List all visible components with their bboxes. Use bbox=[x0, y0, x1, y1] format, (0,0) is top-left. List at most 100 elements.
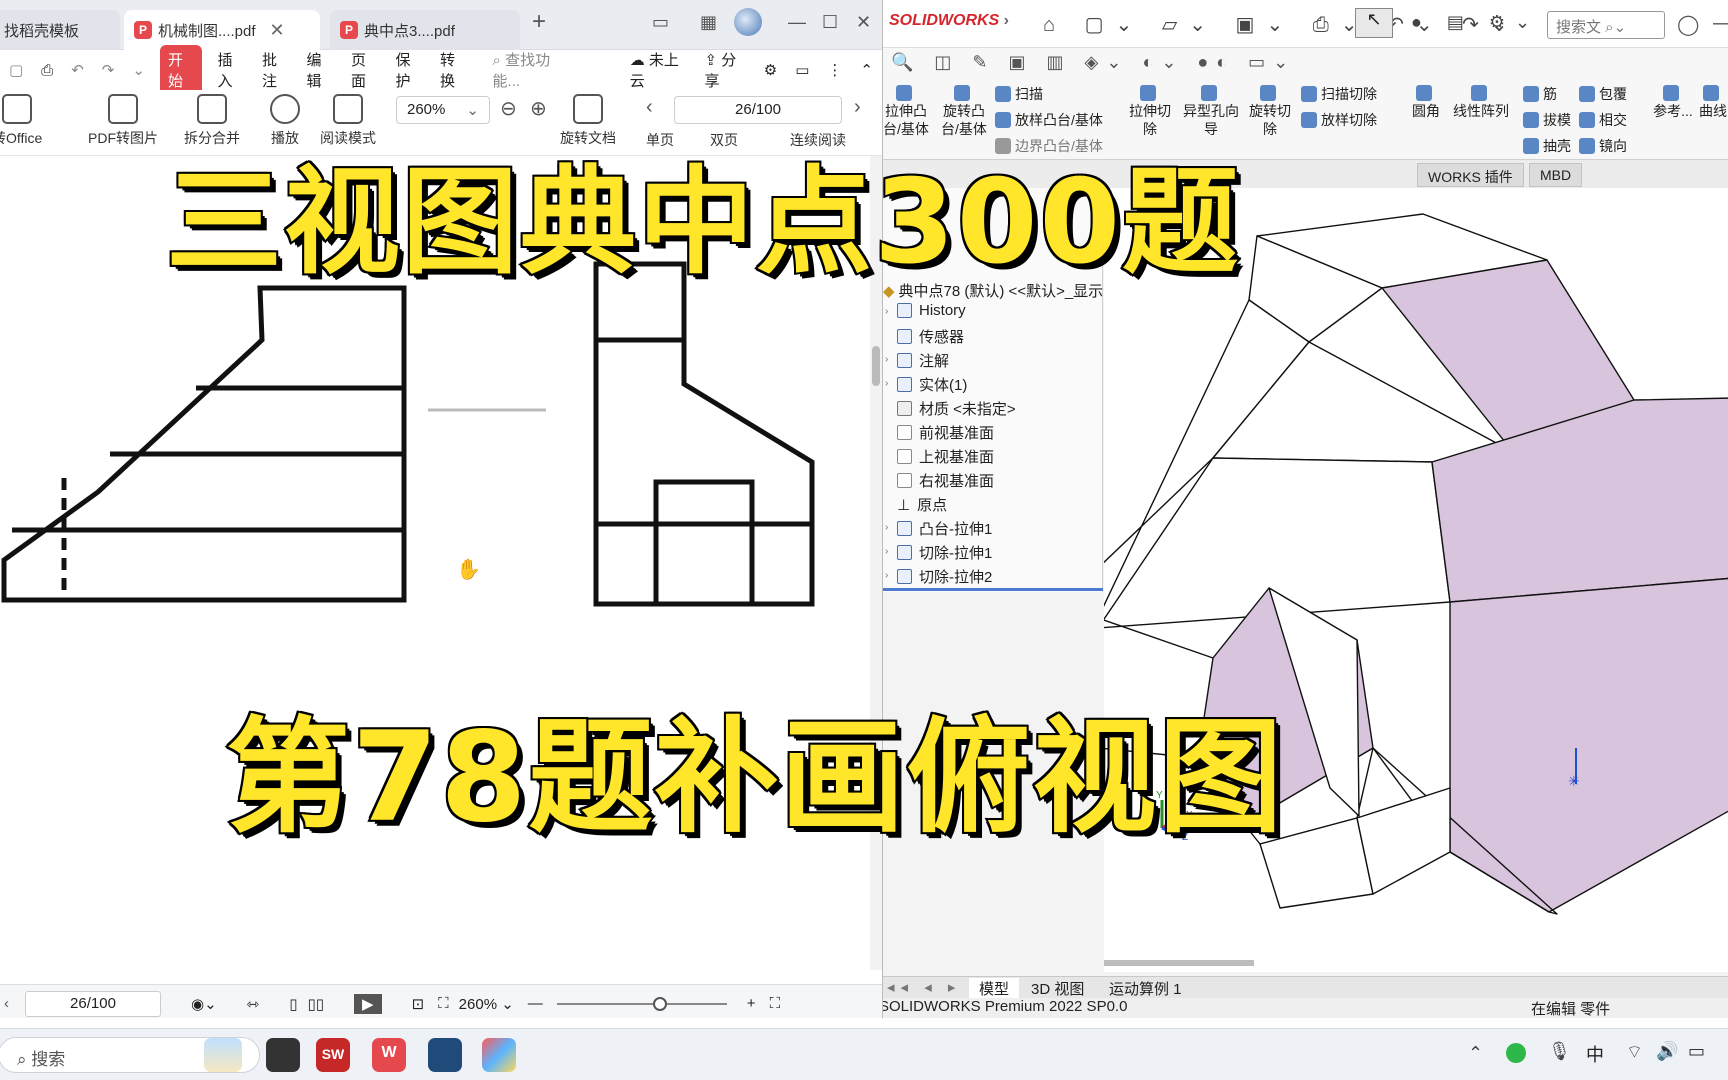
status-page-input[interactable]: 26/100 bbox=[25, 990, 161, 1017]
maximize-button[interactable]: ☐ bbox=[822, 12, 838, 33]
revolve-cut-button[interactable]: 旋转切除 bbox=[1247, 84, 1293, 138]
zoom-select[interactable]: 260% ⌄ bbox=[396, 96, 490, 124]
mirror-button[interactable]: 镜向 bbox=[1579, 136, 1627, 156]
tree-item-right-plane[interactable]: 右视基准面 bbox=[897, 470, 994, 491]
tab-mbd[interactable]: MBD bbox=[1529, 163, 1583, 187]
rib-button[interactable]: 筋 bbox=[1523, 84, 1557, 104]
solidworks-app-icon[interactable]: SW bbox=[316, 1038, 350, 1072]
task-view-icon[interactable] bbox=[266, 1038, 300, 1072]
actual-size-icon[interactable]: ⊡ bbox=[412, 995, 425, 1013]
select-pointer-icon[interactable]: ↖ bbox=[1355, 8, 1393, 38]
chevron-up-icon[interactable]: ⌃ bbox=[1468, 1043, 1483, 1064]
to-office-button[interactable]: 转Office bbox=[0, 94, 42, 148]
sw-search-input[interactable]: 搜索文 ⌕⌄ bbox=[1547, 11, 1665, 39]
zoom-slider[interactable] bbox=[556, 996, 727, 1011]
screen-recorder-icon[interactable] bbox=[428, 1038, 462, 1072]
menu-edit[interactable]: 编辑 bbox=[297, 49, 342, 91]
menu-annotate[interactable]: 批注 bbox=[253, 49, 298, 91]
linear-pattern-button[interactable]: 线性阵列 bbox=[1449, 84, 1513, 120]
loft-boss-button[interactable]: 放样凸台/基体 bbox=[995, 110, 1103, 130]
fullscreen-icon[interactable]: ⛶ bbox=[770, 995, 781, 1012]
tray-app-icon[interactable] bbox=[1506, 1043, 1526, 1063]
new-tab-button[interactable]: + bbox=[532, 8, 546, 36]
expand-icon[interactable]: › bbox=[885, 354, 888, 365]
zoom-out-icon[interactable]: ⊖ bbox=[500, 96, 517, 121]
cloud-status[interactable]: ☁ 未上云 bbox=[621, 49, 696, 91]
zoom-slider-handle[interactable] bbox=[652, 996, 667, 1011]
menu-start[interactable]: 开始 bbox=[159, 45, 203, 95]
wifi-icon[interactable]: ⌔ bbox=[1626, 1041, 1643, 1064]
grid-icon[interactable]: ▦ bbox=[700, 12, 717, 33]
tree-item-history[interactable]: History bbox=[897, 302, 966, 319]
tab-addins[interactable]: WORKS 插件 bbox=[1417, 163, 1524, 187]
expand-icon[interactable]: › bbox=[885, 570, 888, 581]
tile-windows-icon[interactable]: ▭ bbox=[652, 12, 669, 33]
tab-dianzhongdian-pdf[interactable]: P 典中点3....pdf bbox=[330, 10, 520, 50]
undo-icon[interactable]: ↶ bbox=[62, 61, 93, 79]
loft-cut-button[interactable]: 放样切除 bbox=[1301, 110, 1377, 130]
tree-item-material[interactable]: 材质 <未指定> bbox=[897, 398, 1016, 419]
ime-indicator[interactable]: 中 bbox=[1586, 1041, 1604, 1067]
fit-page-icon[interactable]: ⛶ bbox=[438, 995, 449, 1012]
horizontal-scrollbar[interactable] bbox=[1104, 960, 1254, 966]
window-controls[interactable]: — bbox=[1713, 12, 1728, 35]
sweep-cut-button[interactable]: 扫描切除 bbox=[1301, 84, 1377, 104]
close-icon[interactable]: ✕ bbox=[270, 20, 285, 41]
tree-item-annotations[interactable]: 注解 bbox=[897, 350, 949, 371]
search-features-input[interactable]: ⌕ 查找功能... bbox=[484, 49, 577, 91]
tab-motion-study[interactable]: 运动算例 1 bbox=[1101, 978, 1190, 999]
user-icon[interactable]: ◯ bbox=[1677, 12, 1699, 37]
share-button[interactable]: ⇪ 分享 bbox=[695, 49, 754, 91]
volume-icon[interactable]: 🔊 bbox=[1656, 1041, 1678, 1062]
print-icon[interactable]: ⎙ bbox=[32, 62, 62, 79]
sw-command-icons[interactable]: 🔍 ◫ ✎ ▣ ▥ ◈⌄ ◐⌄ ●◐ ▭⌄ bbox=[891, 52, 1296, 73]
collapse-icon[interactable]: ⌃ bbox=[851, 61, 882, 79]
tree-item-origin[interactable]: ⊥ 原点 bbox=[897, 494, 947, 515]
curves-button[interactable]: 曲线 bbox=[1697, 84, 1728, 120]
sweep-button[interactable]: 扫描 bbox=[995, 84, 1043, 104]
chevron-down-icon[interactable]: ⌄ bbox=[123, 61, 154, 79]
expand-icon[interactable]: › bbox=[885, 378, 888, 389]
tree-item-top-plane[interactable]: 上视基准面 bbox=[897, 446, 994, 467]
comment-icon[interactable]: ▭ bbox=[786, 61, 818, 79]
expand-icon[interactable]: › bbox=[885, 546, 888, 557]
shell-button[interactable]: 抽壳 bbox=[1523, 136, 1571, 156]
tree-item-cut-extrude1[interactable]: 切除-拉伸1 bbox=[897, 542, 992, 563]
menu-convert[interactable]: 转换 bbox=[431, 49, 476, 91]
tree-item-cut-extrude2[interactable]: 切除-拉伸2 bbox=[897, 566, 992, 587]
search-highlight-icon[interactable] bbox=[204, 1038, 242, 1072]
fit-width-icon[interactable]: ⇿ bbox=[247, 995, 260, 1013]
more-icon[interactable]: ⋮ bbox=[818, 61, 851, 79]
tab-docer-templates[interactable]: 找稻壳模板 bbox=[0, 10, 120, 50]
user-avatar[interactable] bbox=[734, 8, 762, 36]
battery-icon[interactable]: ▭ bbox=[1688, 1041, 1705, 1062]
single-page-icon[interactable]: ▯ bbox=[289, 995, 297, 1013]
minimize-button[interactable]: — bbox=[788, 12, 806, 33]
close-window-button[interactable]: ✕ bbox=[856, 12, 871, 33]
intersect-button[interactable]: 相交 bbox=[1579, 110, 1627, 130]
tree-item-boss-extrude1[interactable]: 凸台-拉伸1 bbox=[897, 518, 992, 539]
tab-3d-view[interactable]: 3D 视图 bbox=[1023, 978, 1092, 999]
tree-item-sensors[interactable]: 传感器 bbox=[897, 326, 964, 347]
zoom-minus-icon[interactable]: — bbox=[528, 995, 543, 1012]
prev-page-icon[interactable]: ‹ bbox=[646, 96, 653, 119]
draft-button[interactable]: 拔模 bbox=[1523, 110, 1571, 130]
zoom-in-icon[interactable]: ⊕ bbox=[530, 96, 547, 121]
reference-geometry-button[interactable]: 参考... bbox=[1653, 84, 1693, 120]
status-zoom[interactable]: 260% ⌄ bbox=[459, 995, 514, 1013]
menu-page[interactable]: 页面 bbox=[342, 49, 387, 91]
play-icon[interactable]: ▶ bbox=[354, 993, 382, 1014]
menu-insert[interactable]: 插入 bbox=[208, 49, 253, 91]
zoom-plus-icon[interactable]: + bbox=[747, 995, 756, 1012]
double-page-icon[interactable]: ▯▯ bbox=[308, 995, 325, 1013]
wrap-button[interactable]: 包覆 bbox=[1579, 84, 1627, 104]
pdf-to-image-button[interactable]: PDF转图片 bbox=[88, 94, 158, 148]
eye-icon[interactable]: ◉⌄ bbox=[191, 995, 217, 1013]
expand-icon[interactable]: › bbox=[885, 522, 888, 533]
rollback-bar[interactable] bbox=[883, 588, 1103, 591]
tab-model[interactable]: 模型 bbox=[969, 978, 1020, 999]
menu-protect[interactable]: 保护 bbox=[387, 49, 432, 91]
tree-item-solid-bodies[interactable]: 实体(1) bbox=[897, 374, 967, 395]
tree-item-front-plane[interactable]: 前视基准面 bbox=[897, 422, 994, 443]
settings-icon[interactable]: ⚙ bbox=[755, 61, 786, 79]
